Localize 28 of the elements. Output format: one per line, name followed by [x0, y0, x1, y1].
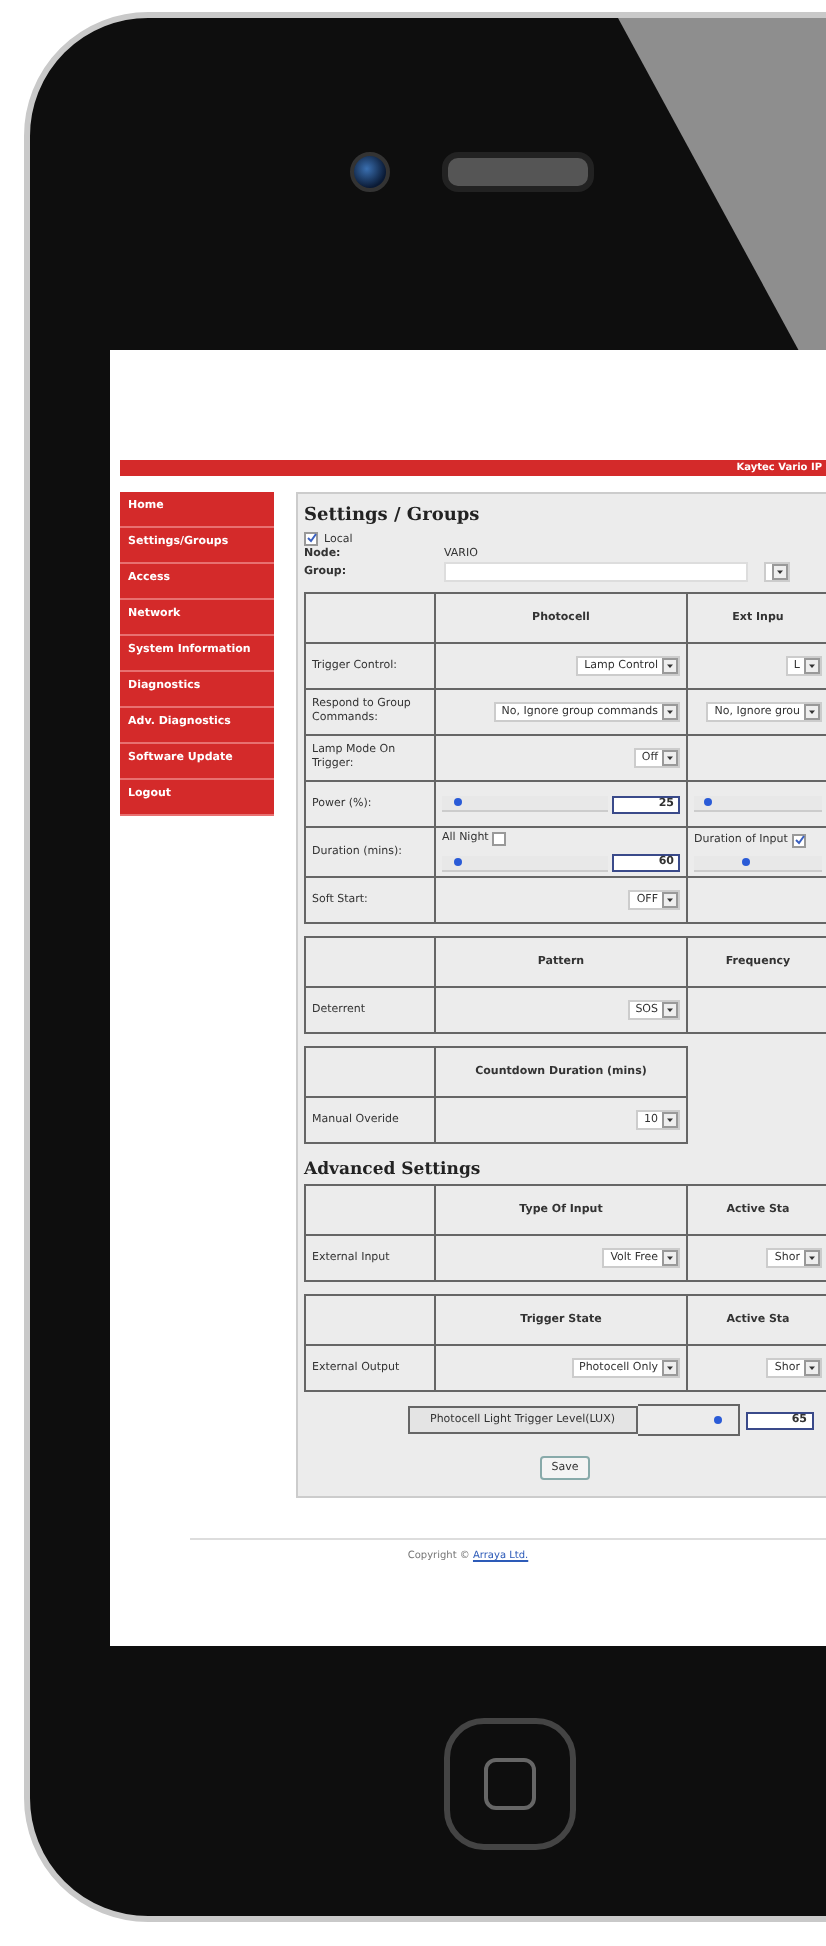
caret-icon — [662, 1112, 678, 1128]
caret-icon — [662, 892, 678, 908]
caret-icon — [804, 1360, 820, 1376]
caret-icon — [662, 1360, 678, 1376]
input-field[interactable] — [444, 562, 748, 582]
caret-icon — [662, 704, 678, 720]
checkbox[interactable] — [791, 833, 806, 847]
slider-thumb[interactable] — [453, 857, 462, 865]
caret-icon — [772, 564, 788, 580]
slider-thumb[interactable] — [703, 798, 712, 806]
slider-thumb[interactable] — [741, 857, 750, 865]
caret-icon — [804, 704, 820, 720]
camera-icon — [350, 152, 390, 192]
caret-icon — [662, 658, 678, 674]
slider-thumb[interactable] — [713, 1416, 722, 1424]
home-square-icon — [484, 1758, 536, 1810]
caret-icon — [804, 1250, 820, 1266]
dropdown[interactable] — [764, 562, 790, 582]
checkbox[interactable] — [492, 832, 507, 846]
page-title: Settings / Groups — [304, 506, 480, 526]
caret-icon — [662, 1002, 678, 1018]
home-button[interactable] — [444, 1718, 576, 1850]
checkbox[interactable] — [304, 532, 318, 546]
section-heading: Advanced Settings — [304, 1160, 481, 1180]
slider-thumb[interactable] — [453, 798, 462, 806]
caret-icon — [662, 1250, 678, 1266]
caret-icon — [804, 658, 820, 674]
caret-icon — [662, 750, 678, 766]
